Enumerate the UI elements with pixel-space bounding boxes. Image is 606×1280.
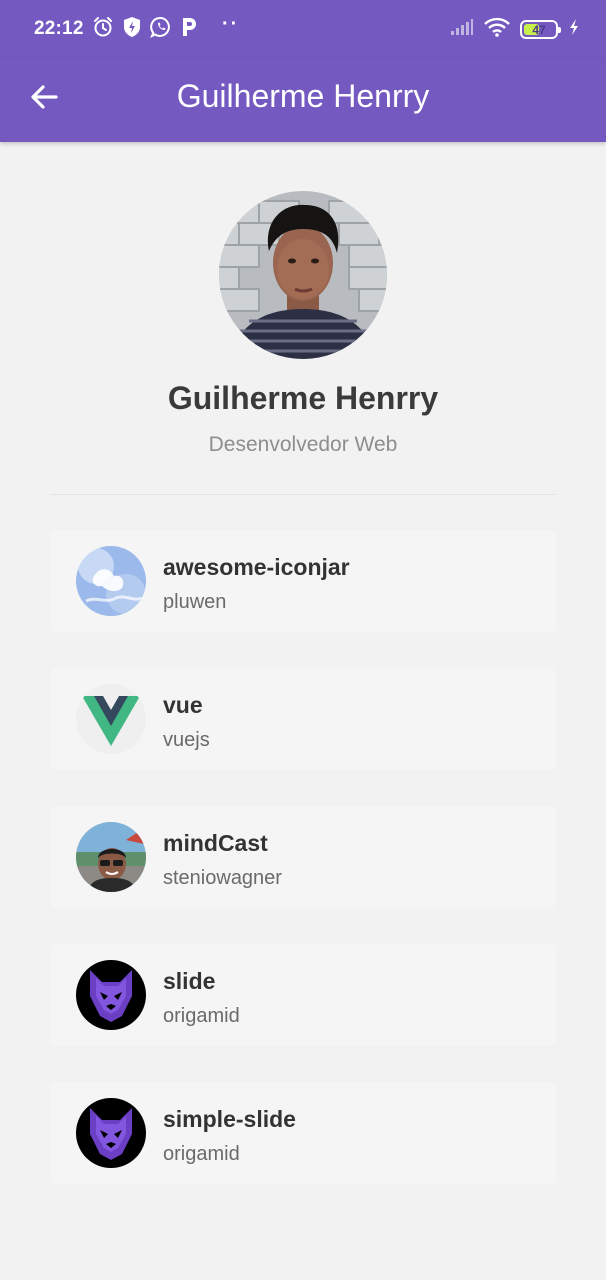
repo-avatar bbox=[76, 822, 146, 892]
repo-name: vue bbox=[163, 692, 203, 718]
repo-avatar bbox=[76, 546, 146, 616]
p-icon bbox=[180, 16, 198, 38]
status-time: 22:12 bbox=[34, 18, 84, 39]
repo-name: mindCast bbox=[163, 830, 268, 856]
profile-avatar bbox=[219, 191, 387, 359]
divider bbox=[50, 494, 556, 495]
repo-avatar bbox=[76, 960, 146, 1030]
battery-icon: 47 bbox=[520, 20, 561, 39]
repo-name: slide bbox=[163, 968, 216, 994]
repository-card[interactable]: vue vuejs bbox=[50, 668, 556, 770]
profile-name: Guilherme Henrry bbox=[167, 380, 439, 416]
whatsapp-icon bbox=[150, 16, 172, 38]
signal-icon bbox=[450, 18, 474, 41]
repository-card[interactable]: simple-slide origamid bbox=[50, 1082, 556, 1184]
app-bar: Guilherme Henrry bbox=[0, 58, 606, 142]
charging-icon bbox=[568, 18, 580, 41]
repo-owner: origamid bbox=[163, 1143, 240, 1165]
repository-card[interactable]: mindCast steniowagner bbox=[50, 806, 556, 908]
repo-avatar bbox=[76, 684, 146, 754]
wifi-icon bbox=[484, 17, 510, 42]
alarm-icon bbox=[92, 16, 114, 38]
repo-owner: pluwen bbox=[163, 591, 227, 613]
battery-level: 47 bbox=[532, 22, 546, 37]
repo-owner: vuejs bbox=[163, 729, 210, 751]
status-notification-icons bbox=[92, 16, 198, 38]
repo-name: simple-slide bbox=[163, 1106, 296, 1132]
repository-card[interactable]: awesome-iconjar pluwen bbox=[50, 530, 556, 632]
repo-avatar bbox=[76, 1098, 146, 1168]
repo-name: awesome-iconjar bbox=[163, 554, 350, 580]
repo-owner: steniowagner bbox=[163, 867, 282, 889]
status-bar: 22:12 ·· 47 bbox=[0, 0, 606, 58]
profile-bio: Desenvolvedor Web bbox=[208, 433, 398, 456]
page-title: Guilherme Henrry bbox=[176, 78, 430, 114]
status-more-dots: ·· bbox=[222, 13, 240, 35]
repo-owner: origamid bbox=[163, 1005, 240, 1027]
shield-icon bbox=[122, 16, 142, 38]
repository-card[interactable]: slide origamid bbox=[50, 944, 556, 1046]
status-system-icons: 47 bbox=[450, 17, 580, 42]
